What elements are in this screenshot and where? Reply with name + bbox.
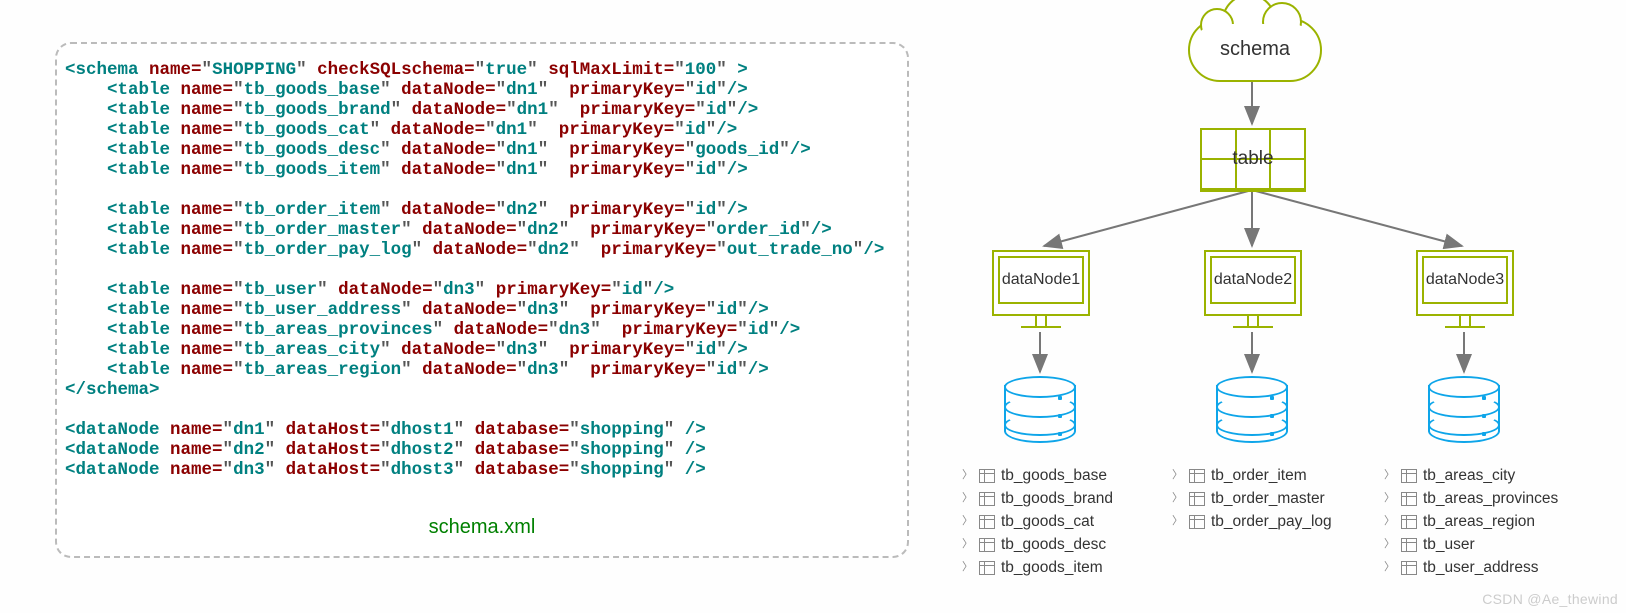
list-item-label: tb_user_address: [1423, 556, 1538, 579]
table-label: table: [1202, 148, 1304, 170]
chevron-right-icon: 〉: [962, 487, 973, 510]
code-caption: schema.xml: [65, 516, 899, 539]
list-item: 〉 tb_order_pay_log: [1172, 510, 1332, 533]
list-item-label: tb_goods_desc: [1001, 533, 1106, 556]
list-item: 〉 tb_goods_desc: [962, 533, 1113, 556]
list-item-label: tb_areas_city: [1423, 464, 1515, 487]
list-item-label: tb_order_master: [1211, 487, 1325, 510]
table-icon: [1401, 561, 1417, 575]
table-icon: [1401, 538, 1417, 552]
list-item-label: tb_areas_region: [1423, 510, 1535, 533]
table-icon: [979, 469, 995, 483]
list-item: 〉 tb_goods_brand: [962, 487, 1113, 510]
list-item-label: tb_order_item: [1211, 464, 1307, 487]
list-item: 〉 tb_order_master: [1172, 487, 1332, 510]
chevron-right-icon: 〉: [1172, 510, 1183, 533]
list-item-label: tb_goods_brand: [1001, 487, 1113, 510]
chevron-right-icon: 〉: [962, 533, 973, 556]
list-item: 〉 tb_goods_cat: [962, 510, 1113, 533]
datanode-3: dataNode3: [1416, 250, 1514, 316]
datanode-1: dataNode1: [992, 250, 1090, 316]
datanode-2-label: dataNode2: [1210, 256, 1296, 304]
datanode-3-label: dataNode3: [1422, 256, 1508, 304]
watermark: CSDN @Ae_thewind: [1482, 591, 1618, 607]
list-item: 〉 tb_user: [1384, 533, 1558, 556]
list-item: 〉 tb_order_item: [1172, 464, 1332, 487]
list-item: 〉 tb_areas_region: [1384, 510, 1558, 533]
code-panel: <schema name="SHOPPING" checkSQLschema="…: [55, 42, 909, 558]
table-icon: [1189, 469, 1205, 483]
chevron-right-icon: 〉: [962, 556, 973, 579]
datanode-2: dataNode2: [1204, 250, 1302, 316]
db-1: [1004, 376, 1076, 448]
chevron-right-icon: 〉: [1384, 556, 1395, 579]
schema-label: schema: [1220, 38, 1290, 60]
chevron-right-icon: 〉: [962, 510, 973, 533]
table-icon: [979, 515, 995, 529]
table-icon: [1189, 492, 1205, 506]
table-icon: [979, 538, 995, 552]
chevron-right-icon: 〉: [962, 464, 973, 487]
chevron-right-icon: 〉: [1384, 533, 1395, 556]
datanode-1-label: dataNode1: [998, 256, 1084, 304]
list-item-label: tb_order_pay_log: [1211, 510, 1332, 533]
db-3: [1428, 376, 1500, 448]
list-item: 〉 tb_areas_city: [1384, 464, 1558, 487]
list-item-label: tb_user: [1423, 533, 1475, 556]
chevron-right-icon: 〉: [1384, 487, 1395, 510]
table-icon: [1401, 515, 1417, 529]
xml-code-block: <schema name="SHOPPING" checkSQLschema="…: [65, 60, 899, 480]
list-item-label: tb_areas_provinces: [1423, 487, 1558, 510]
schema-cloud: schema: [1188, 18, 1322, 82]
db-2: [1216, 376, 1288, 448]
chevron-right-icon: 〉: [1384, 510, 1395, 533]
list-item: 〉 tb_user_address: [1384, 556, 1558, 579]
list-item-label: tb_goods_base: [1001, 464, 1107, 487]
list-item: 〉 tb_goods_base: [962, 464, 1113, 487]
chevron-right-icon: 〉: [1384, 464, 1395, 487]
list-item: 〉 tb_areas_provinces: [1384, 487, 1558, 510]
table-node: table: [1200, 128, 1306, 192]
table-icon: [979, 561, 995, 575]
table-list-2: 〉 tb_order_item 〉 tb_order_master 〉 tb_order_…: [1172, 464, 1332, 533]
chevron-right-icon: 〉: [1172, 487, 1183, 510]
table-icon: [979, 492, 995, 506]
table-icon: [1189, 515, 1205, 529]
list-item: 〉 tb_goods_item: [962, 556, 1113, 579]
table-icon: [1401, 492, 1417, 506]
table-list-1: 〉 tb_goods_base 〉 tb_goods_brand 〉 tb_goods_c…: [962, 464, 1113, 579]
chevron-right-icon: 〉: [1172, 464, 1183, 487]
table-icon: [1401, 469, 1417, 483]
table-list-3: 〉 tb_areas_city 〉 tb_areas_provinces 〉 tb_are…: [1384, 464, 1558, 579]
list-item-label: tb_goods_item: [1001, 556, 1103, 579]
schema-diagram: schema table dataNode1 dataNode2 dataNod…: [950, 0, 1620, 609]
list-item-label: tb_goods_cat: [1001, 510, 1094, 533]
